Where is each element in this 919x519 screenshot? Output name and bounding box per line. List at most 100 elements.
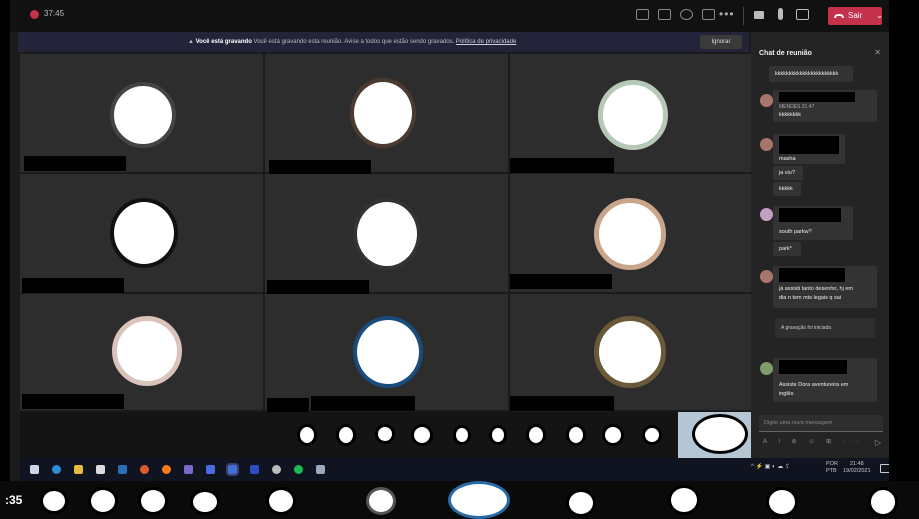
overlay-thumbnail bbox=[366, 487, 396, 515]
video-overlay-strip: :35 bbox=[0, 481, 919, 519]
participants-icon[interactable] bbox=[636, 9, 649, 20]
self-view[interactable] bbox=[678, 412, 760, 458]
participant-thumbnail[interactable] bbox=[642, 425, 662, 445]
meeting-timer: 37:45 bbox=[44, 9, 65, 18]
app-icon[interactable] bbox=[316, 465, 325, 474]
chat-message: park* bbox=[773, 242, 801, 256]
participant-thumbnail[interactable] bbox=[336, 424, 356, 446]
participant-name-redacted bbox=[22, 394, 124, 409]
system-tray-icons[interactable]: ^ ⚡ ▣ ◐ ☁ ⇪ bbox=[751, 463, 790, 470]
avatar bbox=[110, 82, 176, 148]
avatar bbox=[353, 316, 423, 388]
compose-toolbar[interactable]: A ! ⊘ ☺ ⊞ ··· bbox=[763, 438, 864, 445]
paint-icon[interactable] bbox=[250, 465, 259, 474]
mail-icon[interactable] bbox=[118, 465, 127, 474]
participant-tile[interactable] bbox=[20, 54, 263, 172]
participant-thumbnail[interactable] bbox=[602, 424, 624, 446]
avatar bbox=[760, 138, 773, 151]
participant-thumbnail[interactable] bbox=[566, 424, 586, 446]
meeting-chat-panel: Chat de reunião ✕ kkkkkkkkkkkkkkkkkkkkkk… bbox=[751, 32, 889, 458]
leave-button[interactable]: Sair ⌄ bbox=[828, 7, 883, 25]
leave-label: Sair bbox=[848, 11, 863, 20]
participant-tile[interactable] bbox=[20, 174, 263, 293]
spotify-icon[interactable] bbox=[294, 465, 303, 474]
overlay-thumbnail bbox=[138, 487, 168, 515]
banner-message: Você está gravando esta reunião. Avise a… bbox=[253, 39, 455, 45]
participant-thumbnail[interactable] bbox=[375, 424, 395, 444]
avatar bbox=[692, 414, 748, 454]
video-grid bbox=[20, 54, 751, 413]
teams-window: 37:45 ••• Sair ⌄ ▲ Você está gravando Vo… bbox=[10, 0, 889, 481]
overlay-thumbnail bbox=[88, 487, 118, 515]
participant-tile[interactable] bbox=[510, 294, 751, 411]
warning-icon: ▲ bbox=[188, 39, 194, 45]
sender-name-redacted bbox=[779, 92, 855, 102]
participant-tile[interactable] bbox=[265, 54, 508, 175]
avatar bbox=[760, 270, 773, 283]
banner-title: Você está gravando bbox=[195, 39, 252, 45]
overlay-thumbnail bbox=[668, 485, 700, 515]
settings-gear-icon[interactable] bbox=[272, 465, 281, 474]
firefox-icon[interactable] bbox=[162, 465, 171, 474]
chevron-down-icon[interactable]: ⌄ bbox=[876, 7, 883, 25]
avatar bbox=[110, 198, 178, 268]
participant-thumbnail[interactable] bbox=[411, 424, 433, 446]
chrome-icon[interactable] bbox=[140, 465, 149, 474]
chat-message: Assiste Dora aventureira em inglês bbox=[773, 358, 877, 402]
message-text: kkkkkkkkkkkkkkkkkkkkkkk bbox=[775, 71, 839, 77]
avatar bbox=[598, 80, 668, 150]
chat-message: south parkw? bbox=[773, 206, 853, 240]
overlay-thumbnail bbox=[566, 489, 596, 517]
participant-thumbnail[interactable] bbox=[453, 425, 471, 445]
ignore-button[interactable]: Ignorar bbox=[700, 35, 742, 49]
sender-name-redacted bbox=[779, 360, 847, 374]
message-text: inglês bbox=[779, 391, 794, 397]
photos-icon[interactable] bbox=[226, 463, 239, 476]
message-text: ja viu? bbox=[779, 170, 795, 176]
more-actions-button[interactable]: ••• bbox=[719, 7, 735, 21]
notifications-icon[interactable] bbox=[880, 464, 889, 473]
keyboard-layout: PTB bbox=[826, 468, 837, 474]
toolbar-divider bbox=[743, 7, 744, 25]
participant-name-redacted bbox=[24, 156, 126, 171]
pen-icon[interactable] bbox=[184, 465, 193, 474]
file-explorer-icon[interactable] bbox=[74, 465, 83, 474]
sender-name-redacted bbox=[779, 268, 845, 282]
windows-start-icon[interactable] bbox=[30, 465, 39, 474]
chat-message: masha bbox=[773, 134, 845, 164]
teams-app-icon[interactable] bbox=[206, 465, 215, 474]
participant-thumbnail[interactable] bbox=[297, 424, 317, 446]
privacy-policy-link[interactable]: Política de privacidade bbox=[456, 39, 516, 45]
participant-tile[interactable] bbox=[265, 174, 508, 295]
raise-hand-icon[interactable] bbox=[680, 9, 693, 20]
system-message: A gravação foi iniciada bbox=[775, 318, 875, 338]
participant-name-redacted bbox=[269, 160, 371, 175]
chat-message: kkkkk bbox=[773, 182, 801, 196]
message-input[interactable]: Digite uma nova mensagem bbox=[759, 415, 883, 432]
participant-tile[interactable] bbox=[510, 174, 751, 292]
microphone-icon[interactable] bbox=[778, 8, 783, 20]
avatar bbox=[112, 316, 182, 386]
store-icon[interactable] bbox=[96, 465, 105, 474]
close-icon[interactable]: ✕ bbox=[874, 48, 881, 57]
participant-name-redacted bbox=[510, 274, 612, 289]
recording-banner: ▲ Você está gravando Você está gravando … bbox=[18, 32, 749, 52]
participant-tile[interactable] bbox=[20, 294, 263, 410]
message-text: masha bbox=[779, 156, 796, 162]
message-text: park* bbox=[779, 246, 792, 252]
send-icon[interactable]: ▷ bbox=[875, 438, 881, 447]
clock[interactable]: 21:48 19/02/2021 bbox=[843, 461, 871, 475]
avatar bbox=[760, 94, 773, 107]
rooms-icon[interactable] bbox=[702, 9, 715, 20]
participant-thumbnail[interactable] bbox=[526, 424, 546, 446]
participant-tile[interactable] bbox=[510, 54, 751, 173]
language-indicator[interactable]: POR PTB bbox=[826, 461, 838, 475]
chat-toggle-icon[interactable] bbox=[658, 9, 671, 20]
overlay-thumbnail bbox=[266, 487, 296, 515]
edge-icon[interactable] bbox=[52, 465, 61, 474]
share-screen-icon[interactable] bbox=[796, 9, 809, 20]
participant-thumbnail[interactable] bbox=[489, 425, 507, 445]
sender-name-redacted bbox=[779, 136, 839, 154]
camera-icon[interactable] bbox=[754, 11, 764, 19]
participant-tile[interactable] bbox=[265, 294, 508, 413]
